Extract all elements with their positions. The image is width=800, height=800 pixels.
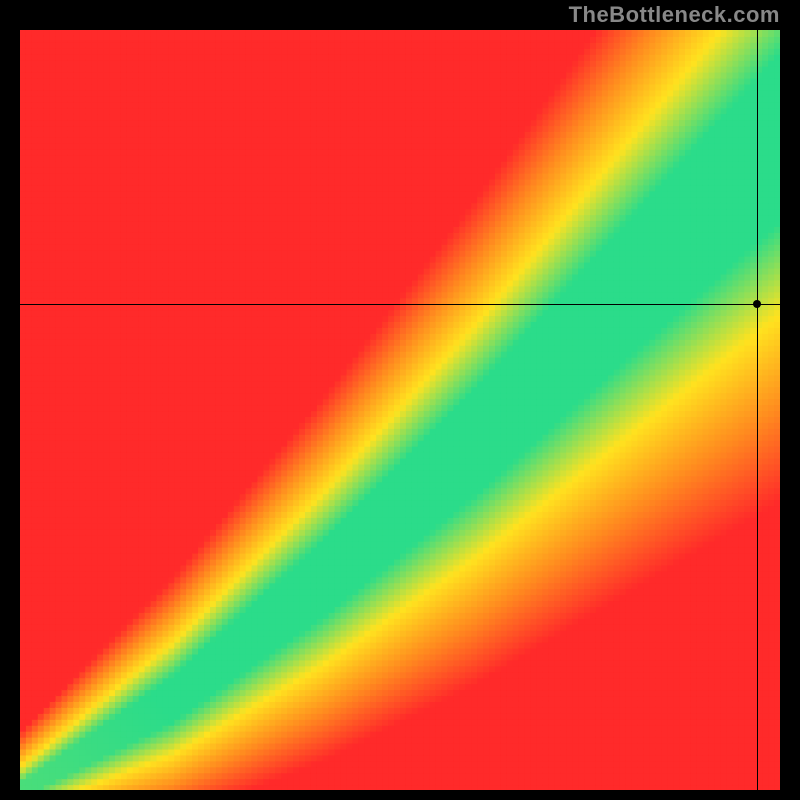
heatmap-plot [20, 30, 780, 790]
outer-frame: TheBottleneck.com [0, 0, 800, 800]
heatmap-canvas [20, 30, 780, 790]
watermark-text: TheBottleneck.com [569, 2, 780, 28]
